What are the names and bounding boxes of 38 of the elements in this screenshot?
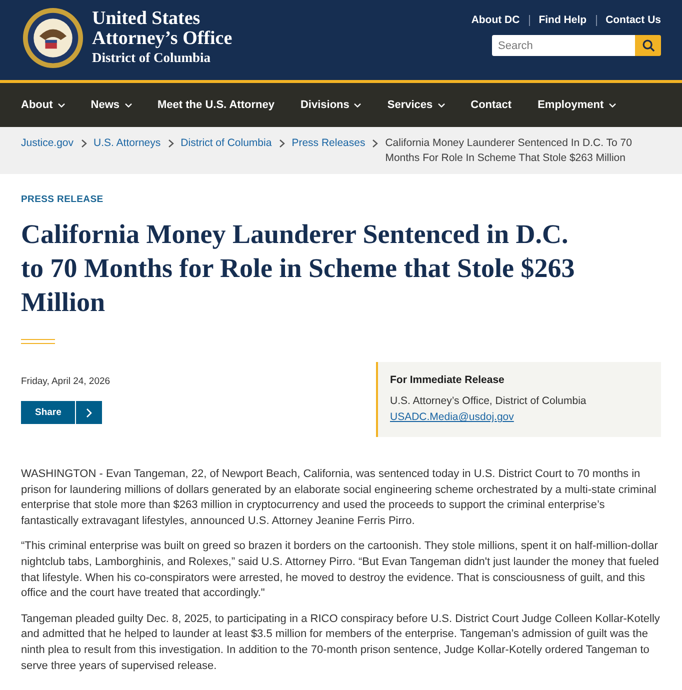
nav-item[interactable]: Meet the U.S. Attorney (158, 99, 274, 111)
release-office: U.S. Attorney’s Office, District of Columbia (390, 395, 588, 407)
press-release-label: PRESS RELEASE (21, 194, 104, 205)
chevron-icon (278, 139, 285, 148)
search-button[interactable] (635, 35, 661, 56)
chevron-icon (168, 139, 174, 148)
breadcrumb-link[interactable]: District of Columbia (180, 136, 272, 151)
utility-link[interactable]: About DC (471, 14, 520, 26)
nav-item[interactable]: Contact (470, 99, 512, 111)
search-icon (642, 39, 654, 52)
utility-link[interactable]: Contact Us (606, 14, 661, 26)
nav-item[interactable]: Services (387, 99, 445, 111)
office-title: United States (92, 9, 202, 29)
nav-item[interactable]: About (21, 99, 65, 111)
breadcrumb-link[interactable]: Justice.gov (21, 136, 74, 151)
title-rule (21, 339, 55, 344)
breadcrumb-current: California Money Launderer Sentenced In D.C. To 70 Months For Role In Scheme That Stole $263 Million (385, 136, 633, 166)
seal-logo[interactable] (22, 7, 84, 69)
breadcrumb-link[interactable]: Press Releases (292, 136, 366, 151)
search-field[interactable]: Search (492, 35, 635, 56)
nav-item[interactable]: Divisions (300, 99, 362, 111)
article-paragraph: WASHINGTON - Evan Tangeman, 22, of Newport Beach, California, was sentenced today in U.S. District Court to 70 months in prison for laundering millions of dollars generated by an elaborate social engineering scheme orchestrated by a multi-state criminal enterprise that stole more than $263 million in cryptocurrency and used the proceeds to support the criminal enterprise’s fantastically extravagant lifestyles, announced U.S. Attorney Jeanine Ferris Pirro. (21, 467, 658, 529)
office-subtitle: District of Columbia (92, 49, 212, 67)
breadcrumb-link[interactable]: U.S. Attorneys (94, 136, 161, 151)
article-paragraph: “This criminal enterprise was built on greed so brazen it borders on the cartoonish. They stole millions, spent it on half-million-dollar nightclub tabs, Lamborghinis, and Rolexes,” said U.S. Attorney Pirro. “But Evan Tangeman didn't just launder the money that fueled that lifestyle. When his co-conspirators were arrested, he moved to destroy the evidence. That is consciousness of guilt, and this office and the court have treated that accordingly." (21, 539, 660, 602)
nav-item[interactable]: News (90, 99, 132, 111)
release-heading: For Immediate Release (390, 374, 506, 386)
publish-date: Friday, April 24, 2026 (21, 376, 110, 387)
chevron-icon (372, 139, 378, 148)
article-paragraph: Tangeman pleaded guilty Dec. 8, 2025, to participating in a RICO conspiracy before U.S. District Court Judge Colleen Kollar-Kotelly and admitted that he helped to launder at least $3.5 million for members of the enterprise. Tangeman’s admission of guilt was the ninth plea to result from this investigation. In addition to the 70-month prison sentence, Judge Kollar-Kotelly ordered Tangeman to serve three years of supervised release. (21, 612, 661, 674)
nav-item[interactable]: Employment (538, 99, 616, 111)
email-link[interactable]: USADC.Media@usdoj.gov (390, 411, 514, 423)
office-title: Attorney’s Office (92, 29, 232, 49)
utility-link[interactable]: Find Help (538, 14, 587, 26)
chevron-icon (86, 408, 92, 418)
chevron-icon (80, 139, 87, 148)
article-title: California Money Launderer Sentenced in D.C. to 70 Months for Role in Scheme that Stole $263 Million (21, 218, 576, 319)
share-button[interactable]: Share (21, 401, 102, 424)
